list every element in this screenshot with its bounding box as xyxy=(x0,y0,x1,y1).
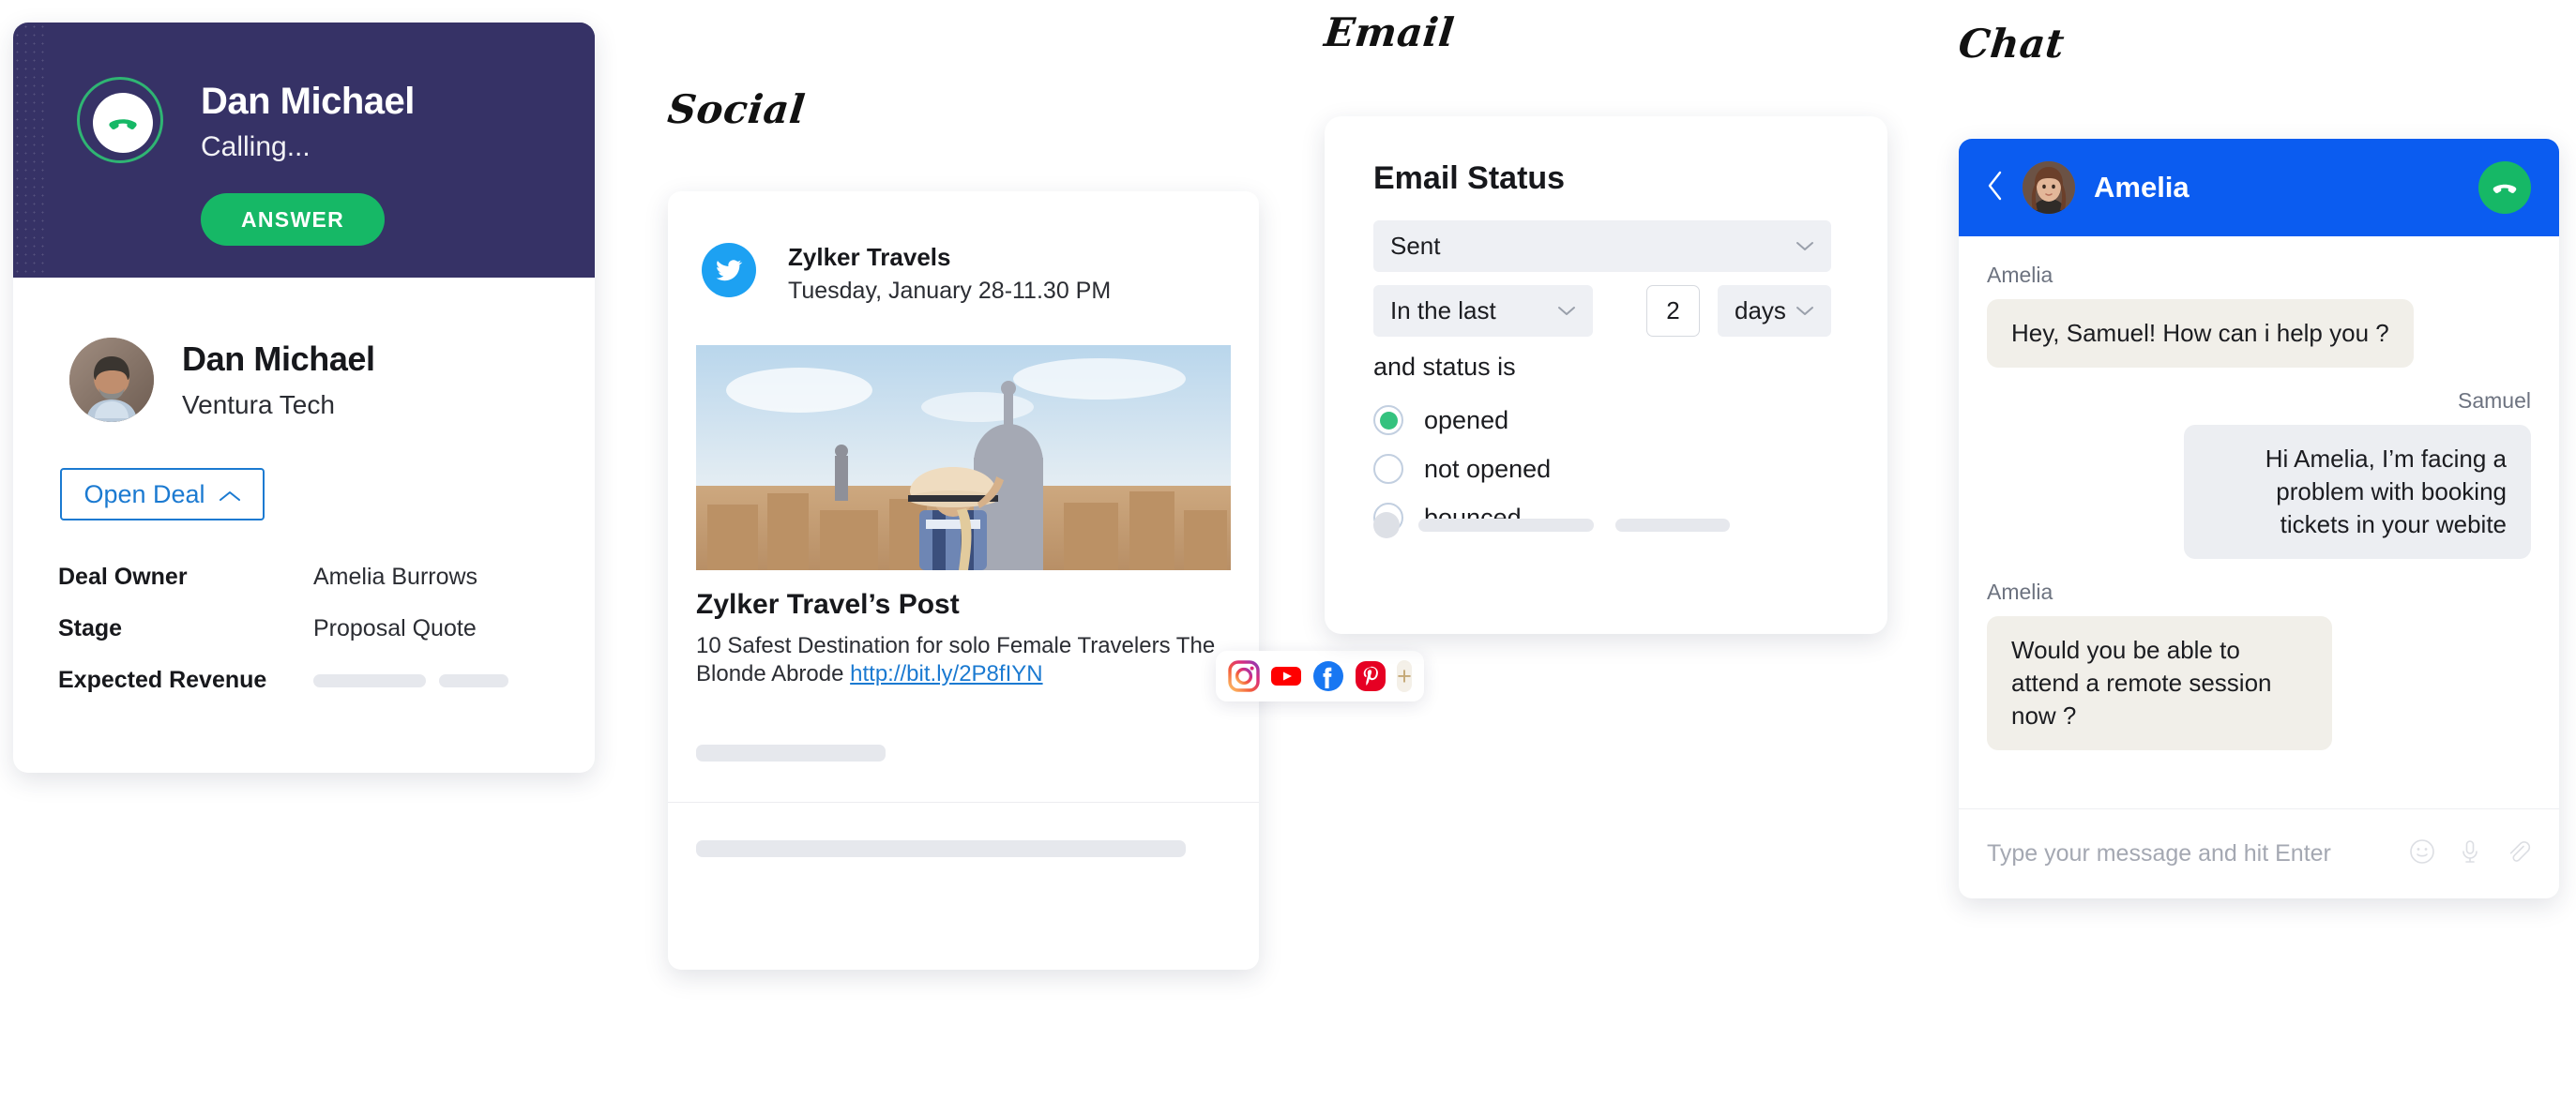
call-header: Dan Michael Calling... ANSWER xyxy=(13,23,595,278)
chat-message: Amelia Hey, Samuel! How can i help you ? xyxy=(1987,263,2531,368)
radio-option-not-opened[interactable]: not opened xyxy=(1373,454,1551,484)
and-status-label: and status is xyxy=(1373,353,1516,381)
social-post-title: Zylker Travel’s Post xyxy=(696,589,960,620)
facebook-icon[interactable] xyxy=(1312,660,1344,692)
microphone-icon[interactable] xyxy=(2457,838,2483,869)
chat-message: Samuel Hi Amelia, I’m facing a problem w… xyxy=(1987,388,2531,559)
section-label-chat: Chat xyxy=(1956,21,2068,67)
dashboard-canvas: Dan Michael Calling... ANSWER Dan Michae… xyxy=(0,0,2576,1101)
open-deal-button[interactable]: Open Deal xyxy=(60,468,265,520)
phone-hangup-icon[interactable] xyxy=(2478,161,2531,214)
phone-handset-icon xyxy=(93,93,153,153)
message-bubble: Hey, Samuel! How can i help you ? xyxy=(1987,299,2414,368)
chevron-down-icon xyxy=(1557,301,1576,322)
message-bubble: Hi Amelia, I’m facing a problem with boo… xyxy=(2184,425,2531,559)
content-placeholder xyxy=(696,745,886,762)
chat-message-list: Amelia Hey, Samuel! How can i help you ?… xyxy=(1959,236,2559,750)
social-network-toolbar: + xyxy=(1216,651,1424,701)
radio-icon xyxy=(1373,454,1403,484)
content-placeholder xyxy=(1418,519,1594,532)
deal-field-value: Amelia Burrows xyxy=(313,564,478,590)
incoming-call-indicator xyxy=(77,77,163,163)
chat-header: Amelia xyxy=(1959,139,2559,236)
chat-input-bar: Type your message and hit Enter xyxy=(1959,808,2559,898)
contact-name: Dan Michael xyxy=(182,339,375,378)
divider xyxy=(668,802,1259,803)
chat-card: Amelia Amelia Hey, Samuel! How can i hel… xyxy=(1959,139,2559,898)
content-placeholder xyxy=(1373,512,1400,538)
content-placeholder xyxy=(1615,519,1730,532)
email-range-amount-input[interactable]: 2 xyxy=(1646,285,1700,337)
deal-field-label: Stage xyxy=(58,615,123,641)
chevron-left-icon[interactable] xyxy=(1987,171,2004,205)
chat-message: Amelia Would you be able to attend a rem… xyxy=(1987,580,2531,750)
answer-button[interactable]: ANSWER xyxy=(201,193,385,246)
content-placeholder xyxy=(696,840,1186,857)
radio-option-opened[interactable]: opened xyxy=(1373,405,1508,435)
chevron-down-icon xyxy=(1796,301,1814,322)
deal-field-row: Expected Revenue xyxy=(58,655,555,706)
deal-field-row: Stage Proposal Quote xyxy=(58,603,555,655)
chat-message-input[interactable]: Type your message and hit Enter xyxy=(1987,840,2331,867)
youtube-icon[interactable] xyxy=(1270,660,1302,692)
email-range-select[interactable]: In the last xyxy=(1373,285,1593,337)
social-post-text: 10 Safest Destination for solo Female Tr… xyxy=(696,632,1221,688)
value-placeholder xyxy=(439,673,508,687)
deal-field-label: Deal Owner xyxy=(58,564,188,590)
pinterest-icon[interactable] xyxy=(1355,660,1386,692)
twitter-icon xyxy=(702,243,756,297)
radio-icon-selected xyxy=(1373,405,1403,435)
contact-company: Ventura Tech xyxy=(182,390,335,419)
social-account-name: Zylker Travels xyxy=(788,243,951,271)
social-post-card: Zylker Travels Tuesday, January 28-11.30… xyxy=(668,191,1424,970)
message-sender: Amelia xyxy=(1987,263,2053,287)
add-network-button[interactable]: + xyxy=(1397,660,1412,692)
social-post-image xyxy=(696,345,1231,570)
section-label-social: Social xyxy=(665,86,808,132)
chevron-up-icon xyxy=(219,480,241,509)
emoji-icon[interactable] xyxy=(2409,838,2435,869)
radio-label: opened xyxy=(1424,405,1509,434)
deal-field-label: Expected Revenue xyxy=(58,667,267,693)
social-post-link[interactable]: http://bit.ly/2P8fIYN xyxy=(850,661,1042,686)
email-status-select[interactable]: Sent xyxy=(1373,220,1831,272)
deal-field-row: Deal Owner Amelia Burrows xyxy=(58,551,555,603)
message-bubble: Would you be able to attend a remote ses… xyxy=(1987,616,2332,750)
email-status-card: Email Status Sent In the last 2 days and… xyxy=(1325,116,1887,634)
section-label-email: Email xyxy=(1322,9,1457,55)
chat-contact-name: Amelia xyxy=(2094,171,2190,204)
call-card: Dan Michael Calling... ANSWER Dan Michae… xyxy=(13,23,595,773)
email-range-value: In the last xyxy=(1390,296,1496,324)
chevron-down-icon xyxy=(1796,236,1814,257)
open-deal-label: Open Deal xyxy=(83,479,205,508)
deal-field-list: Deal Owner Amelia Burrows Stage Proposal… xyxy=(58,551,555,706)
contact-avatar xyxy=(69,338,154,422)
instagram-icon[interactable] xyxy=(1228,660,1260,692)
email-card-title: Email Status xyxy=(1373,160,1566,196)
message-sender: Samuel xyxy=(2458,388,2531,413)
radio-label: not opened xyxy=(1424,454,1552,483)
value-placeholder xyxy=(313,673,426,687)
call-status: Calling... xyxy=(201,131,311,162)
caller-name: Dan Michael xyxy=(201,81,415,122)
social-timestamp: Tuesday, January 28-11.30 PM xyxy=(788,278,1112,304)
message-sender: Amelia xyxy=(1987,580,2053,604)
email-unit-select[interactable]: days xyxy=(1718,285,1831,337)
attachment-icon[interactable] xyxy=(2505,838,2531,869)
email-status-value: Sent xyxy=(1390,232,1441,260)
email-unit-value: days xyxy=(1735,296,1786,324)
amelia-avatar xyxy=(2023,161,2075,214)
deal-field-value: Proposal Quote xyxy=(313,615,477,641)
